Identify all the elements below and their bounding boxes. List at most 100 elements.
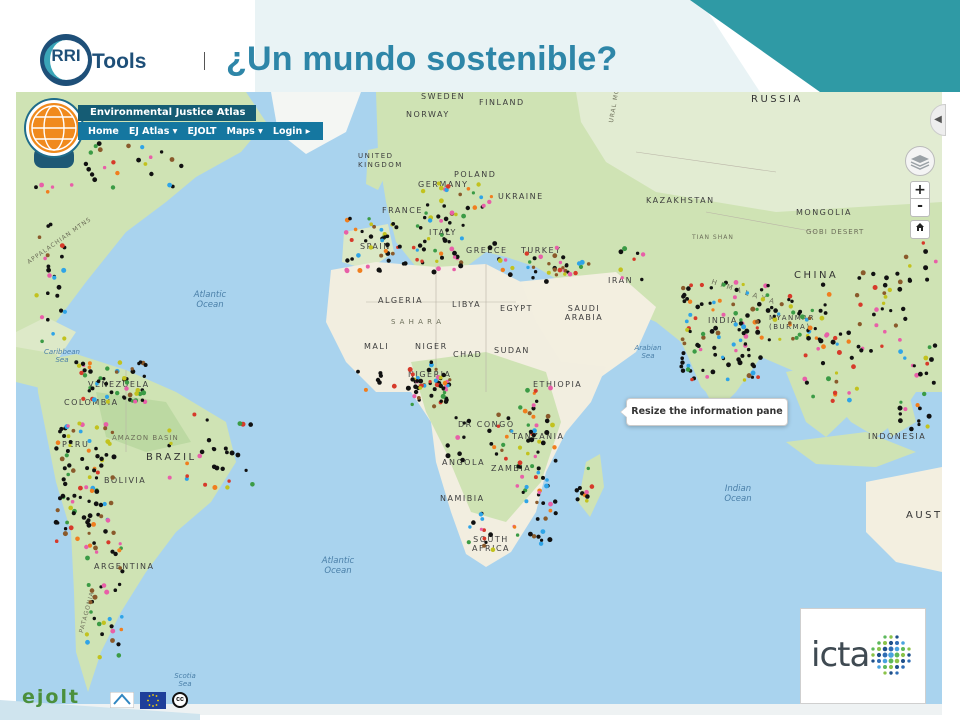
conflict-marker[interactable] [89, 610, 93, 614]
conflict-marker[interactable] [558, 260, 563, 265]
conflict-marker[interactable] [766, 283, 770, 288]
conflict-marker[interactable] [713, 325, 718, 331]
conflict-marker[interactable] [725, 377, 730, 382]
conflict-marker[interactable] [882, 291, 887, 295]
conflict-marker[interactable] [526, 438, 531, 443]
conflict-marker[interactable] [481, 203, 486, 208]
conflict-marker[interactable] [356, 253, 361, 258]
conflict-marker[interactable] [548, 508, 553, 513]
conflict-marker[interactable] [372, 224, 376, 229]
conflict-marker[interactable] [95, 454, 100, 459]
conflict-marker[interactable] [439, 399, 443, 403]
conflict-marker[interactable] [731, 342, 736, 347]
conflict-marker[interactable] [807, 316, 812, 320]
conflict-marker[interactable] [478, 512, 484, 517]
conflict-marker[interactable] [418, 226, 423, 230]
conflict-marker[interactable] [750, 306, 756, 312]
conflict-marker[interactable] [880, 344, 884, 348]
conflict-marker[interactable] [104, 453, 109, 457]
conflict-marker[interactable] [681, 294, 686, 299]
conflict-marker[interactable] [760, 297, 766, 302]
conflict-marker[interactable] [759, 335, 764, 340]
conflict-marker[interactable] [713, 352, 718, 357]
conflict-marker[interactable] [554, 245, 559, 250]
conflict-marker[interactable] [118, 542, 122, 546]
conflict-marker[interactable] [533, 454, 537, 459]
conflict-marker[interactable] [91, 522, 96, 527]
conflict-marker[interactable] [86, 518, 91, 523]
conflict-marker[interactable] [88, 150, 94, 155]
conflict-marker[interactable] [353, 227, 358, 232]
conflict-marker[interactable] [462, 421, 466, 425]
conflict-marker[interactable] [47, 273, 52, 278]
conflict-marker[interactable] [804, 380, 810, 385]
conflict-marker[interactable] [777, 312, 781, 316]
conflict-marker[interactable] [738, 338, 743, 343]
conflict-marker[interactable] [350, 257, 354, 261]
conflict-marker[interactable] [439, 219, 443, 223]
conflict-marker[interactable] [814, 336, 819, 340]
conflict-marker[interactable] [528, 429, 534, 434]
conflict-marker[interactable] [417, 243, 423, 248]
conflict-marker[interactable] [136, 157, 141, 163]
conflict-marker[interactable] [895, 271, 900, 276]
conflict-marker[interactable] [494, 452, 499, 456]
conflict-marker[interactable] [709, 286, 713, 290]
conflict-marker[interactable] [96, 379, 101, 384]
conflict-marker[interactable] [433, 248, 437, 253]
conflict-marker[interactable] [103, 422, 109, 427]
conflict-marker[interactable] [699, 302, 704, 306]
conflict-marker[interactable] [250, 482, 255, 487]
conflict-marker[interactable] [690, 377, 694, 382]
conflict-marker[interactable] [455, 435, 461, 440]
conflict-marker[interactable] [515, 533, 520, 537]
conflict-marker[interactable] [140, 398, 145, 402]
conflict-marker[interactable] [443, 216, 449, 222]
conflict-marker[interactable] [541, 475, 545, 480]
conflict-marker[interactable] [376, 267, 382, 273]
nav-ejolt[interactable]: EJOLT [187, 126, 216, 137]
conflict-marker[interactable] [708, 301, 712, 305]
conflict-marker[interactable] [899, 400, 903, 404]
conflict-marker[interactable] [101, 620, 107, 625]
conflict-marker[interactable] [111, 454, 117, 460]
conflict-marker[interactable] [87, 543, 93, 548]
conflict-marker[interactable] [442, 380, 448, 386]
conflict-marker[interactable] [67, 463, 72, 468]
conflict-marker[interactable] [449, 210, 455, 216]
conflict-marker[interactable] [554, 273, 559, 277]
conflict-marker[interactable] [685, 367, 691, 372]
conflict-marker[interactable] [119, 627, 124, 632]
conflict-marker[interactable] [124, 386, 129, 391]
conflict-marker[interactable] [577, 486, 582, 490]
conflict-marker[interactable] [84, 544, 89, 550]
conflict-marker[interactable] [462, 435, 466, 439]
conflict-marker[interactable] [99, 456, 104, 461]
conflict-marker[interactable] [66, 472, 70, 477]
conflict-marker[interactable] [536, 534, 541, 539]
conflict-marker[interactable] [553, 458, 558, 463]
conflict-marker[interactable] [734, 348, 738, 353]
conflict-marker[interactable] [56, 521, 60, 525]
conflict-marker[interactable] [741, 324, 747, 330]
conflict-marker[interactable] [78, 429, 83, 434]
conflict-marker[interactable] [915, 403, 920, 408]
conflict-marker[interactable] [62, 309, 67, 314]
conflict-marker[interactable] [84, 632, 89, 637]
conflict-marker[interactable] [687, 299, 693, 304]
conflict-marker[interactable] [55, 440, 61, 446]
nav-login[interactable]: Login ▸ [273, 126, 310, 137]
conflict-marker[interactable] [925, 361, 930, 366]
conflict-marker[interactable] [432, 404, 437, 409]
conflict-marker[interactable] [94, 489, 100, 494]
conflict-marker[interactable] [185, 474, 189, 478]
conflict-marker[interactable] [452, 267, 456, 272]
conflict-marker[interactable] [411, 245, 416, 250]
conflict-marker[interactable] [684, 319, 689, 324]
conflict-marker[interactable] [225, 450, 229, 455]
conflict-marker[interactable] [426, 367, 432, 373]
conflict-marker[interactable] [733, 311, 738, 316]
conflict-marker[interactable] [575, 497, 580, 502]
conflict-marker[interactable] [59, 308, 64, 313]
conflict-marker[interactable] [433, 378, 438, 383]
